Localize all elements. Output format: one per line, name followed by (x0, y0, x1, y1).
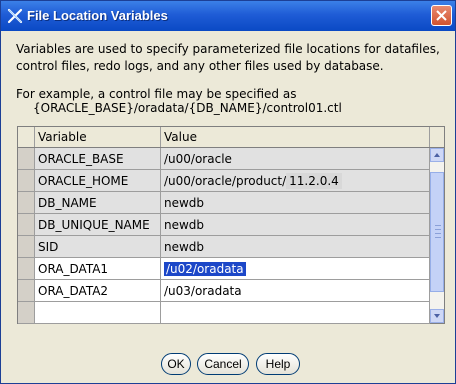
table-row: DB_NAME newdb (18, 192, 430, 214)
row-header[interactable] (18, 148, 35, 170)
table-row: ORACLE_BASE /u00/oracle (18, 148, 430, 170)
row-header[interactable] (18, 192, 35, 214)
x-logo-icon (7, 8, 23, 24)
variable-cell[interactable]: DB_NAME (35, 192, 161, 214)
value-cell[interactable] (161, 302, 430, 324)
arrow-up-icon (434, 153, 440, 157)
value-cell[interactable]: /u03/oradata (161, 280, 430, 302)
window-title: File Location Variables (27, 8, 168, 23)
thumb-grip (435, 229, 441, 230)
row-header[interactable] (18, 214, 35, 236)
thumb-grip (435, 233, 441, 234)
variable-cell[interactable]: ORACLE_BASE (35, 148, 161, 170)
column-header-variable[interactable]: Variable (35, 127, 161, 147)
variable-cell[interactable]: ORA_DATA2 (35, 280, 161, 302)
row-header[interactable] (18, 280, 35, 302)
table-row: ORA_DATA1 /u02/oradata (18, 258, 430, 280)
value-cell[interactable]: newdb (161, 214, 430, 236)
scroll-thumb[interactable] (430, 172, 444, 292)
help-button[interactable]: Help (256, 353, 300, 375)
example-intro: For example, a control file may be speci… (16, 87, 297, 101)
row-header[interactable] (18, 302, 35, 324)
value-cell[interactable]: /u00/oracle/product/11.2.0.4 (161, 170, 430, 192)
vertical-scrollbar[interactable] (430, 148, 444, 323)
table-row: ORACLE_HOME /u00/oracle/product/11.2.0.4 (18, 170, 430, 192)
dialog-content: Variables are used to specify parameteri… (1, 31, 455, 383)
value-cell[interactable]: /u00/oracle (161, 148, 430, 170)
variable-cell[interactable]: ORACLE_HOME (35, 170, 161, 192)
table-header: Variable Value (18, 127, 444, 148)
value-text: /u00/oracle/product/ (164, 174, 287, 188)
scroll-down-button[interactable] (430, 309, 444, 323)
value-cell[interactable]: newdb (161, 236, 430, 258)
thumb-grip (435, 237, 441, 238)
arrow-down-icon (434, 314, 440, 318)
variable-cell[interactable]: SID (35, 236, 161, 258)
header-scroll-corner (430, 127, 444, 147)
column-header-value[interactable]: Value (161, 127, 430, 147)
description-text: Variables are used to specify parameteri… (16, 42, 440, 73)
cancel-button[interactable]: Cancel (197, 353, 249, 375)
example-path: {ORACLE_BASE}/oradata/{DB_NAME}/control0… (33, 101, 342, 115)
thumb-grip (435, 225, 441, 226)
value-suffix: 11.2.0.4 (286, 173, 342, 189)
dialog-window: File Location Variables Variables are us… (0, 0, 456, 384)
value-cell[interactable]: newdb (161, 192, 430, 214)
variable-cell[interactable] (35, 302, 161, 324)
scroll-up-button[interactable] (430, 148, 444, 162)
row-header[interactable] (18, 170, 35, 192)
close-button[interactable] (431, 5, 452, 26)
table-row: DB_UNIQUE_NAME newdb (18, 214, 430, 236)
value-cell-editing[interactable]: /u02/oradata (161, 258, 430, 280)
table-row: SID newdb (18, 236, 430, 258)
variable-cell[interactable]: DB_UNIQUE_NAME (35, 214, 161, 236)
variables-table: Variable Value ORACLE_BASE /u00/oracle O… (17, 126, 445, 324)
table-row: ORA_DATA2 /u03/oradata (18, 280, 430, 302)
row-header[interactable] (18, 236, 35, 258)
close-icon (436, 10, 447, 21)
row-header[interactable] (18, 258, 35, 280)
table-row (18, 302, 430, 324)
ok-button[interactable]: OK (161, 353, 191, 375)
title-bar[interactable]: File Location Variables (1, 1, 455, 31)
row-header-corner (18, 127, 35, 147)
variable-cell[interactable]: ORA_DATA1 (35, 258, 161, 280)
selected-value-text[interactable]: /u02/oradata (164, 262, 246, 276)
